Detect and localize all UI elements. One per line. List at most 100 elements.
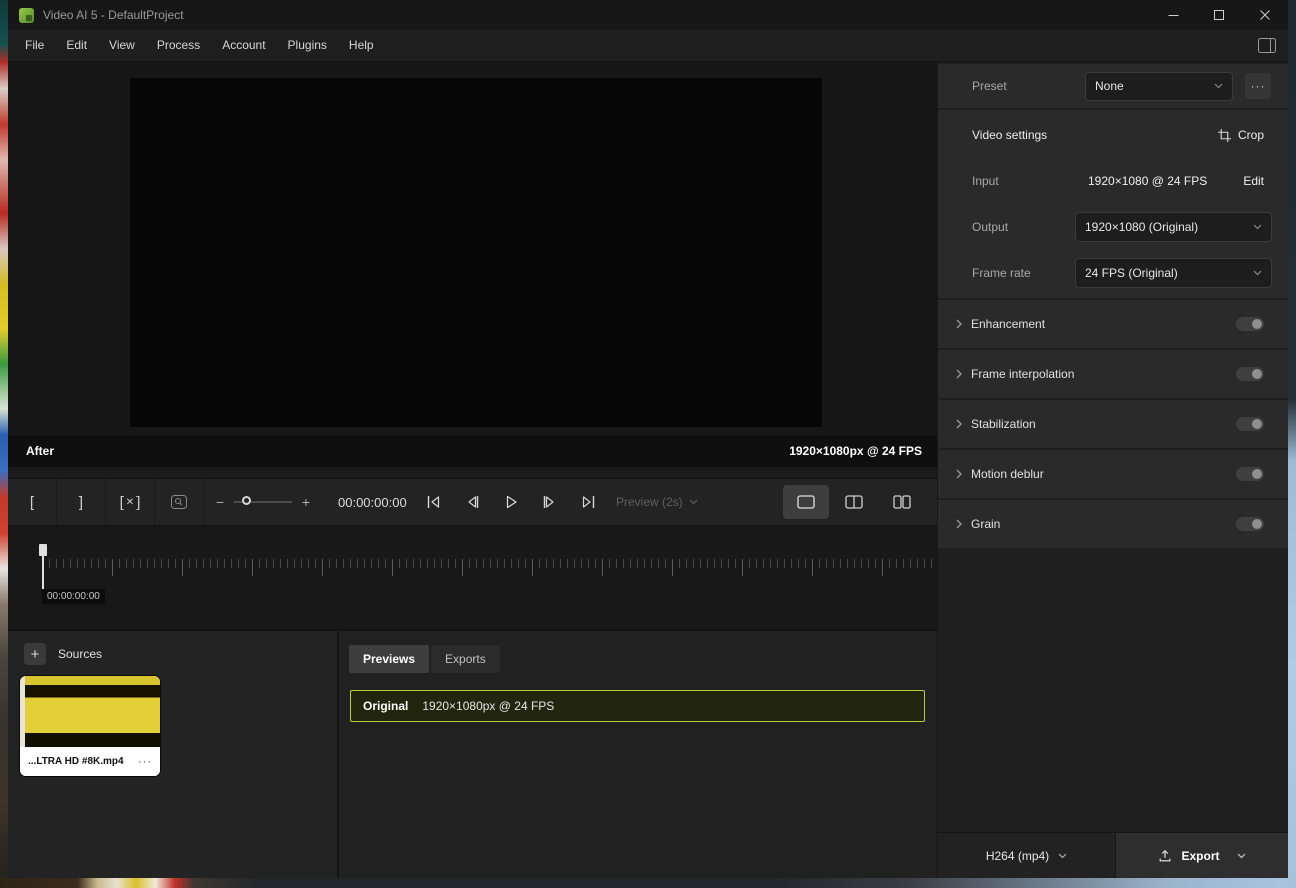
section-stabilization[interactable]: Stabilization [938,400,1288,448]
add-source-button[interactable]: + [24,643,46,665]
timecode-display: 00:00:00:00 [338,495,412,510]
set-in-button[interactable]: [ [8,479,57,525]
menu-file[interactable]: File [14,30,55,61]
output-dropdown[interactable]: 1920×1080 (Original) [1075,212,1272,242]
previews-panel: Previews Exports Original 1920×1080px @ … [339,631,937,878]
output-label: Output [972,220,1008,234]
format-value: H264 (mp4) [986,849,1049,863]
view-split-icon [845,495,863,509]
section-motion-deblur[interactable]: Motion deblur [938,450,1288,498]
preview-resolution-label: 1920×1080px @ 24 FPS [789,444,922,458]
bracket-open-icon: [ [120,494,124,511]
set-out-button[interactable]: ] [57,479,106,525]
playhead-line[interactable] [42,548,44,594]
output-value: 1920×1080 (Original) [1085,220,1198,234]
view-side-by-side-button[interactable] [879,485,925,519]
settings-panel: Preset None ··· Video settings [937,62,1288,878]
grain-toggle[interactable] [1236,517,1264,531]
section-enhancement[interactable]: Enhancement [938,300,1288,348]
menu-process[interactable]: Process [146,30,211,61]
go-end-button[interactable] [581,495,596,509]
enhancement-toggle[interactable] [1236,317,1264,331]
frame-rate-dropdown[interactable]: 24 FPS (Original) [1075,258,1272,288]
view-single-button[interactable] [783,485,829,519]
frame-rate-row: Frame rate 24 FPS (Original) [938,250,1288,296]
preview-item-name: Original [363,699,408,713]
export-button[interactable]: Export [1116,833,1288,878]
zoom-slider-knob[interactable] [242,496,251,505]
edit-button[interactable]: Edit [1243,174,1264,188]
frame-interpolation-toggle[interactable] [1236,367,1264,381]
section-label: Frame interpolation [971,367,1074,381]
bottom-panels: + Sources ...LTRA HD #8K.mp4 ··· [8,631,937,878]
app-window: Video AI 5 - DefaultProject File Edit Vi… [8,0,1288,878]
menu-plugins[interactable]: Plugins [277,30,338,61]
timeline[interactable]: 00:00:00:00 [8,526,937,631]
view-extra-button[interactable] [927,485,937,519]
format-dropdown[interactable]: H264 (mp4) [938,833,1116,878]
minimize-button[interactable] [1150,0,1196,30]
transport-controls [426,495,596,509]
zoom-out-button[interactable]: − [210,494,230,510]
clear-trim-button[interactable]: [ ✕ ] [106,479,155,525]
video-settings-header: Video settings Crop [938,112,1288,158]
chevron-right-icon [956,319,962,329]
prev-frame-button[interactable] [465,495,480,509]
crop-button[interactable]: Crop [1218,128,1264,142]
toggle-knob [1252,319,1262,329]
section-frame-interpolation[interactable]: Frame interpolation [938,350,1288,398]
go-end-icon [581,495,596,509]
stabilization-toggle[interactable] [1236,417,1264,431]
motion-deblur-toggle[interactable] [1236,467,1264,481]
tab-exports[interactable]: Exports [431,645,500,673]
next-frame-icon [542,495,557,509]
menu-view[interactable]: View [98,30,146,61]
panel-toggle-icon [1258,38,1276,53]
preset-more-button[interactable]: ··· [1245,73,1271,99]
menu-edit[interactable]: Edit [55,30,98,61]
source-filename: ...LTRA HD #8K.mp4 [28,756,138,767]
chevron-down-icon [1214,83,1223,89]
maximize-button[interactable] [1196,0,1242,30]
preview-duration-dropdown[interactable]: Preview (2s) [616,495,698,509]
bracket-open-icon: [ [30,494,34,511]
titlebar: Video AI 5 - DefaultProject [8,0,1288,30]
zoom-selection-button[interactable] [155,479,204,525]
crop-icon [1218,129,1231,142]
desktop-wallpaper-bottom [0,878,1296,888]
zoom-slider[interactable] [234,501,292,503]
section-label: Motion deblur [971,467,1044,481]
menubar: File Edit View Process Account Plugins H… [8,30,1288,62]
preview-info-bar: After 1920×1080px @ 24 FPS [8,435,937,467]
menu-help[interactable]: Help [338,30,385,61]
preview-item-detail: 1920×1080px @ 24 FPS [422,699,554,713]
zoom-in-button[interactable]: + [296,494,316,510]
video-preview[interactable] [130,78,822,427]
panel-toggle-button[interactable] [1258,38,1276,53]
preview-area: After 1920×1080px @ 24 FPS [8,62,937,467]
after-label: After [26,444,54,458]
view-split-button[interactable] [831,485,877,519]
window-title: Video AI 5 - DefaultProject [43,8,184,22]
window-controls [1150,0,1288,30]
sources-title: Sources [58,647,102,661]
chevron-down-icon [1058,853,1067,859]
sources-header: + Sources [8,631,337,665]
source-menu-button[interactable]: ··· [138,756,152,768]
tab-previews[interactable]: Previews [349,645,429,673]
close-button[interactable] [1242,0,1288,30]
source-thumbnail [20,676,160,747]
section-grain[interactable]: Grain [938,500,1288,548]
preview-item-original[interactable]: Original 1920×1080px @ 24 FPS [350,690,925,722]
play-button[interactable] [504,495,518,509]
preset-dropdown[interactable]: None [1085,72,1233,101]
toggle-knob [1252,469,1262,479]
view-mode-group [783,485,937,519]
source-label-row: ...LTRA HD #8K.mp4 ··· [20,747,160,776]
menu-account[interactable]: Account [211,30,276,61]
chevron-down-icon [1253,270,1262,276]
transport-toolbar: [ ] [ ✕ ] − [8,478,937,526]
next-frame-button[interactable] [542,495,557,509]
go-start-button[interactable] [426,495,441,509]
source-card[interactable]: ...LTRA HD #8K.mp4 ··· [20,676,160,776]
